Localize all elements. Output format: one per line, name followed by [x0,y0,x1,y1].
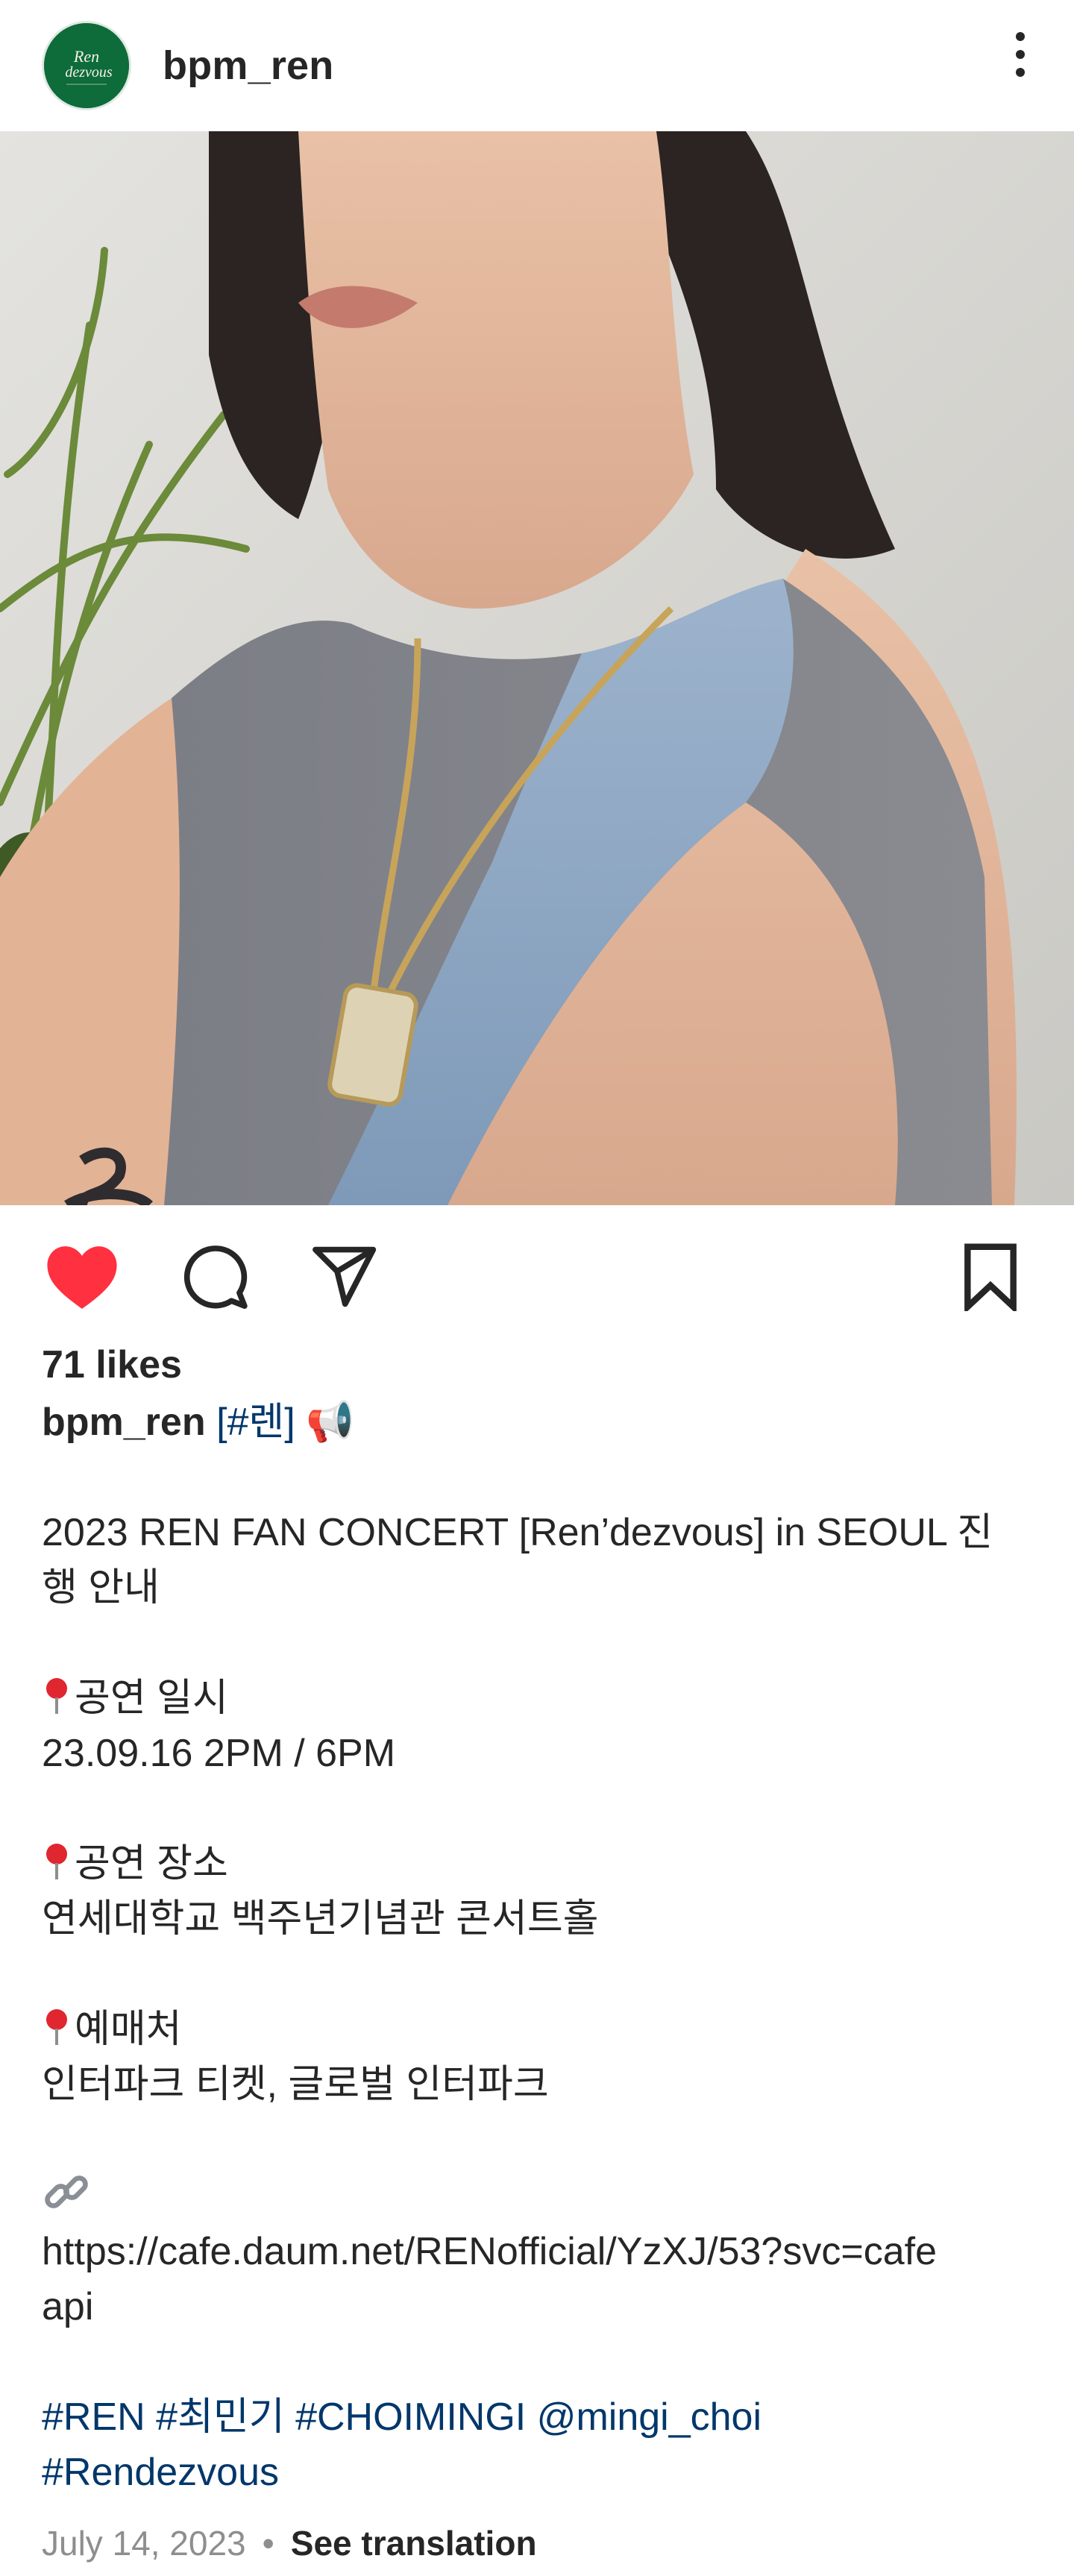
header-username[interactable]: bpm_ren [163,43,333,89]
caption-tags-line-2: #Rendezvous [42,2445,1034,2500]
bookmark-icon[interactable] [953,1240,1028,1314]
avatar[interactable]: Ren dezvous [42,21,131,110]
post-header: Ren dezvous bpm_ren [0,0,1074,131]
comment-icon[interactable] [178,1240,252,1314]
caption-ticket-label: 예매처 [75,2008,182,2051]
likes-count[interactable]: 71 likes [42,1335,1034,1395]
heart-filled-icon[interactable] [45,1240,119,1314]
meta-separator: • [262,2524,274,2563]
pin-icon [46,1678,67,1714]
megaphone-icon: 📢 [306,1401,354,1444]
post-photo-illustration [0,131,1074,1205]
avatar-logo: Ren dezvous [44,23,129,108]
caption-head: bpm_ren [#렌] 📢 [42,1395,1034,1450]
more-vertical-icon[interactable] [998,28,1043,81]
send-icon[interactable] [307,1240,382,1314]
pin-icon [46,1844,67,1879]
avatar-logo-text-bottom: dezvous [65,64,113,81]
pin-icon [46,2009,67,2045]
action-bar [0,1223,1074,1328]
caption-link-line-2[interactable]: api [42,2279,1034,2334]
caption-venue-value: 연세대학교 백주년기념관 콘서트홀 [42,1897,599,1941]
caption-venue-label-line: 공연 장소 [42,1836,1034,1891]
post-meta: July 14, 2023 • See translation [42,2521,537,2566]
caption-head-tag[interactable]: [#렌] [216,1401,295,1444]
hashtag-link[interactable]: #REN [42,2396,145,2439]
caption-date-label: 공연 일시 [75,1677,228,1720]
caption-title-line-1: 2023 REN FAN CONCERT [Ren’dezvous] in SE… [42,1511,993,1554]
post-date: July 14, 2023 [42,2524,246,2563]
caption-link-line-1[interactable]: https://cafe.daum.net/RENofficial/YzXJ/5… [42,2224,1034,2279]
mention-link[interactable]: @mingi_choi [537,2396,761,2439]
caption-ticket-value: 인터파크 티켓, 글로벌 인터파크 [42,2063,549,2106]
avatar-logo-text-top: Ren [73,47,99,66]
see-translation-link[interactable]: See translation [291,2524,537,2563]
caption-link-icon-line [42,2167,1034,2224]
caption: 71 likes bpm_ren [#렌] 📢 2023 REN FAN CON… [42,1335,1034,2500]
caption-venue-label: 공연 장소 [75,1842,228,1885]
caption-date-value: 23.09.16 2PM / 6PM [42,1732,396,1775]
caption-ticket-label-line: 예매처 [42,2002,1034,2057]
hashtag-link[interactable]: #Rendezvous [42,2451,279,2494]
hashtag-link[interactable]: #CHOIMINGI [295,2396,526,2439]
post-photo[interactable] [0,131,1074,1205]
caption-title-line-2: 행 안내 [42,1566,160,1609]
caption-date-label-line: 공연 일시 [42,1671,1034,1726]
hashtag-link[interactable]: #최민기 [156,2396,284,2439]
link-icon [45,2176,88,2208]
caption-username[interactable]: bpm_ren [42,1401,206,1444]
caption-tags-line-1: #REN #최민기 #CHOIMINGI @mingi_choi [42,2390,1034,2445]
